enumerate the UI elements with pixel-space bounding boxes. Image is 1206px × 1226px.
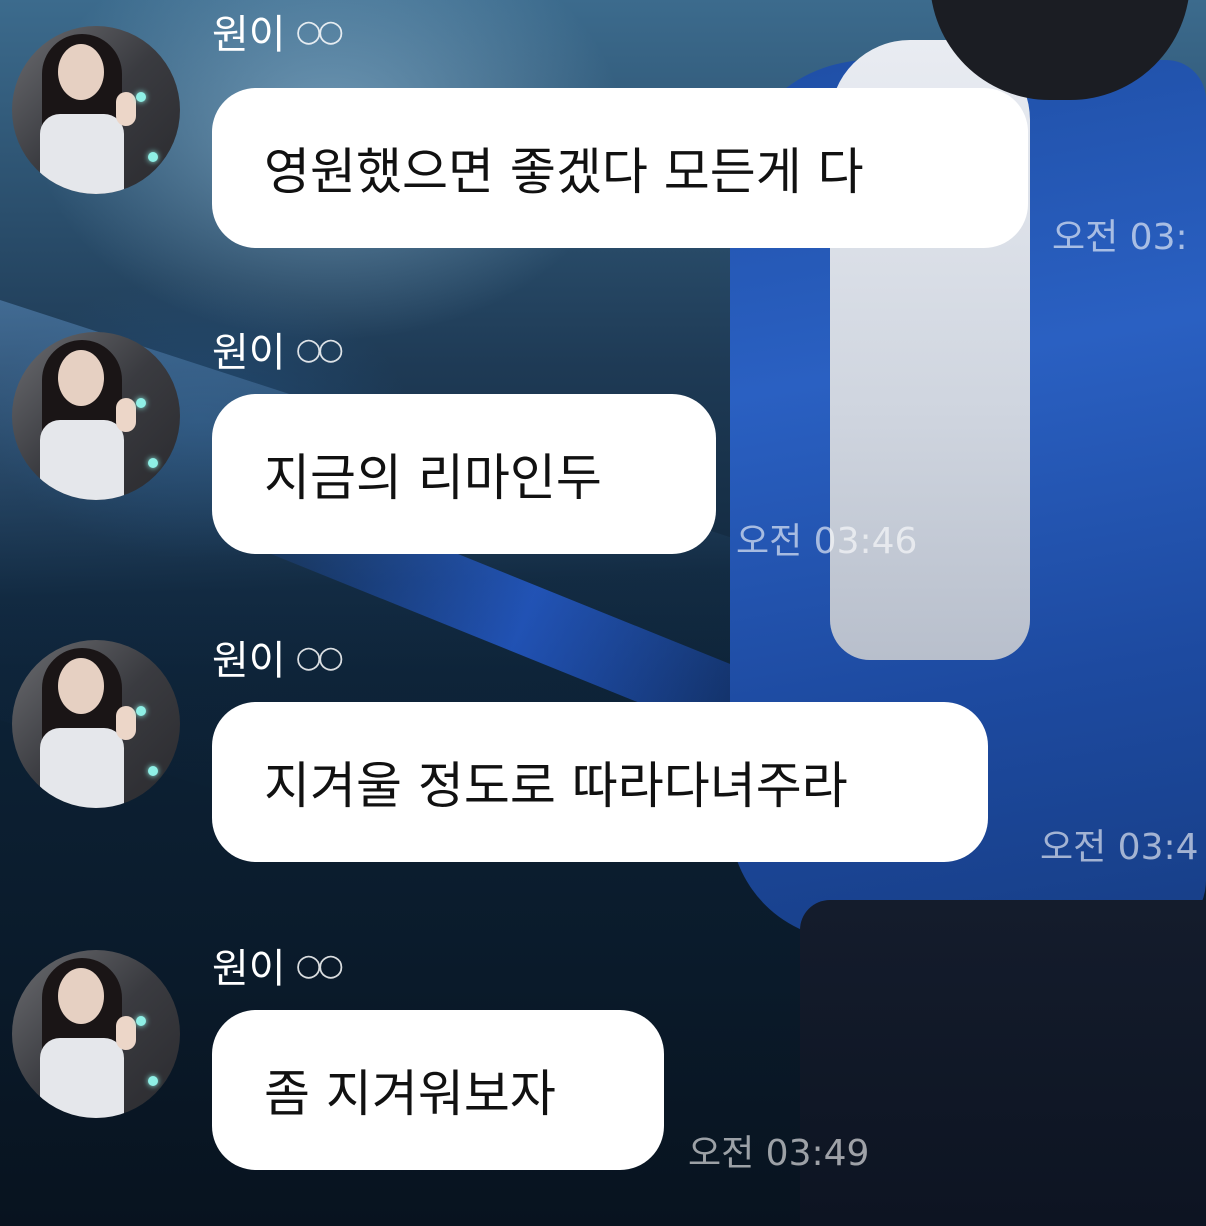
message-timestamp: 오전 03: xyxy=(1052,217,1188,258)
glasses-icon: ○○ xyxy=(295,13,344,49)
message-bubble[interactable]: 지겨울 정도로 따라다녀주라 xyxy=(212,702,988,862)
sender-name: 원이 ○○ xyxy=(212,330,344,376)
message-timestamp: 오전 03:46 xyxy=(736,521,918,562)
avatar[interactable] xyxy=(12,640,180,808)
avatar[interactable] xyxy=(12,26,180,194)
sender-name: 원이 ○○ xyxy=(212,638,344,684)
message-timestamp: 오전 03:49 xyxy=(688,1133,870,1174)
glasses-icon: ○○ xyxy=(295,331,344,367)
avatar[interactable] xyxy=(12,332,180,500)
avatar[interactable] xyxy=(12,950,180,1118)
message-bubble[interactable]: 영원했으면 좋겠다 모든게 다 xyxy=(212,88,1028,248)
chat-thread: 원이 ○○ 영원했으면 좋겠다 모든게 다 오전 03: 원이 ○○ 지금의 리… xyxy=(0,0,1206,1226)
sender-name: 원이 ○○ xyxy=(212,946,344,992)
glasses-icon: ○○ xyxy=(295,639,344,675)
glasses-icon: ○○ xyxy=(295,947,344,983)
message-bubble[interactable]: 지금의 리마인두 xyxy=(212,394,716,554)
sender-name: 원이 ○○ xyxy=(212,12,344,58)
message-bubble[interactable]: 좀 지겨워보자 xyxy=(212,1010,664,1170)
message-timestamp: 오전 03:4 xyxy=(1040,827,1199,868)
